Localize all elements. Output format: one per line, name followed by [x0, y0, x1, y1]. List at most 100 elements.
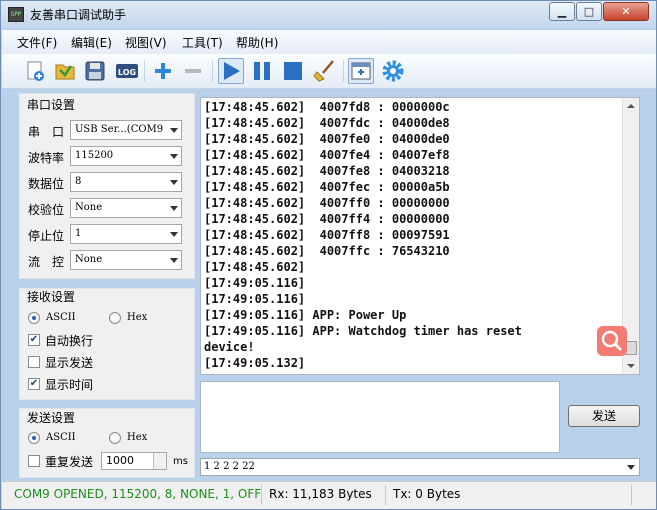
output-line: [17:48:45.602] 4007fdc : 04000de8 [204, 116, 450, 130]
log-icon-text: LOG [118, 68, 136, 77]
new-icon [27, 61, 44, 81]
parity-select[interactable]: None [70, 198, 182, 218]
new-button[interactable] [22, 58, 48, 84]
output-line: [17:48:45.602] 4007fe0 : 04000de0 [204, 132, 450, 146]
status-bar: COM9 OPENED, 115200, 8, NONE, 1, OFF Rx:… [2, 481, 656, 509]
toolbar-separator [144, 60, 145, 82]
stop-icon [284, 62, 302, 80]
output-line: [17:49:05.116] APP: Power Up [204, 308, 407, 322]
add-button[interactable] [150, 58, 176, 84]
repeat-send-label: 重复发送 [45, 455, 94, 469]
search-float-button[interactable] [597, 326, 627, 356]
spin-up-icon[interactable] [153, 453, 166, 461]
output-line: [17:48:45.602] 4007ffc : 76543210 [204, 244, 450, 258]
output-line: [17:48:45.602] [204, 260, 306, 274]
receive-ascii-label: ASCII [46, 312, 76, 323]
flow-select[interactable]: None [70, 250, 182, 270]
status-divider [261, 485, 262, 505]
send-history-value: 1 2 2 2 22 [204, 461, 255, 472]
output-line: [17:49:05.132] [204, 356, 306, 370]
spin-down-icon[interactable] [153, 461, 166, 469]
databits-select[interactable]: 8 [70, 172, 182, 192]
repeat-interval-value: 1000 [106, 454, 134, 467]
output-line: [17:48:45.602] 4007fd8 : 0000000c [204, 100, 450, 114]
toolbar-separator [212, 60, 213, 82]
open-folder-icon [55, 64, 75, 80]
pause-button[interactable] [249, 58, 275, 84]
show-send-checkbox[interactable] [28, 356, 40, 368]
stopbits-label: 停止位 [28, 229, 65, 243]
receive-hex-radio[interactable] [109, 312, 121, 324]
pause-icon [254, 62, 270, 80]
output-line: [17:49:05.116] [204, 292, 306, 306]
search-icon [601, 330, 623, 352]
output-line: [17:48:45.602] 4007fe8 : 04003218 [204, 164, 450, 178]
clear-button[interactable] [312, 58, 338, 84]
tx-counter: Tx: 0 Bytes [393, 487, 461, 501]
toolbar: LOG [2, 54, 656, 89]
interval-unit: ms [173, 456, 188, 467]
scroll-up-icon[interactable] [627, 104, 635, 108]
receive-settings-title: 接收设置 [27, 290, 76, 304]
chevron-down-icon [170, 258, 178, 263]
chevron-down-icon [170, 154, 178, 159]
settings-button[interactable] [380, 58, 406, 84]
send-hex-radio[interactable] [109, 432, 121, 444]
status-divider [631, 485, 632, 505]
menu-edit[interactable]: 编辑(E) [71, 34, 112, 51]
maximize-button[interactable]: □ [576, 2, 602, 21]
gear-icon [382, 60, 404, 82]
save-button[interactable] [82, 58, 108, 84]
log-button[interactable]: LOG [114, 58, 140, 84]
connection-status: COM9 OPENED, 115200, 8, NONE, 1, OFF [14, 487, 262, 501]
menu-file[interactable]: 文件(F) [17, 34, 57, 51]
send-history-select[interactable]: 1 2 2 2 22 [200, 458, 640, 476]
show-send-label: 显示发送 [45, 356, 94, 370]
baud-select[interactable]: 115200 [70, 146, 182, 166]
databits-value: 8 [75, 176, 82, 187]
serial-settings-title: 串口设置 [27, 98, 76, 112]
output-line: [17:48:45.602] 4007ff0 : 00000000 [204, 196, 450, 210]
chevron-down-icon [170, 180, 178, 185]
output-line: [17:48:45.602] 4007fe4 : 04007ef8 [204, 148, 450, 162]
window-title: 友善串口调试助手 [30, 8, 127, 22]
receive-output[interactable]: [17:48:45.602] 4007fd8 : 0000000c [17:48:… [200, 97, 640, 375]
output-line: [17:49:05.116] [204, 276, 306, 290]
menu-tools[interactable]: 工具(T) [182, 34, 223, 51]
flow-label: 流 控 [28, 255, 65, 269]
output-line: [17:49:05.116] APP: Watchdog timer has r… [204, 324, 522, 338]
send-ascii-radio[interactable] [28, 432, 40, 444]
parity-label: 校验位 [28, 203, 65, 217]
send-hex-label: Hex [127, 432, 148, 443]
show-time-checkbox[interactable]: ✔ [28, 378, 40, 390]
stopbits-select[interactable]: 1 [70, 224, 182, 244]
remove-button[interactable] [180, 58, 206, 84]
receive-hex-label: Hex [127, 312, 148, 323]
menu-view[interactable]: 视图(V) [125, 34, 167, 51]
open-button[interactable] [52, 58, 78, 84]
repeat-interval-input[interactable]: 1000 [101, 452, 167, 470]
stop-button[interactable] [280, 58, 306, 84]
chevron-down-icon [170, 128, 178, 133]
menu-bar: 文件(F) 编辑(E) 视图(V) 工具(T) 帮助(H) [2, 30, 656, 54]
minimize-button[interactable]: ▁ [549, 2, 575, 21]
title-bar[interactable]: SPP 友善串口调试助手 ▁ □ ✕ [1, 1, 656, 29]
send-button[interactable]: 发送 [568, 405, 640, 427]
port-select[interactable]: USB Ser...(COM9 [70, 120, 182, 140]
databits-label: 数据位 [28, 177, 65, 191]
save-icon [85, 61, 105, 81]
auto-wrap-checkbox[interactable]: ✔ [28, 334, 40, 346]
start-button[interactable] [218, 58, 244, 84]
close-button[interactable]: ✕ [603, 2, 649, 21]
log-icon: LOG [116, 64, 138, 78]
menu-help[interactable]: 帮助(H) [236, 34, 278, 51]
repeat-send-checkbox[interactable] [28, 455, 40, 467]
output-line: [17:48:45.602] 4007ff8 : 00097591 [204, 228, 450, 242]
scroll-down-icon[interactable] [627, 364, 635, 368]
send-input[interactable] [200, 381, 560, 453]
app-icon: SPP [8, 7, 24, 22]
output-line: device! [204, 340, 255, 354]
window-button[interactable] [348, 58, 374, 84]
stopbits-value: 1 [75, 228, 82, 239]
receive-ascii-radio[interactable] [28, 312, 40, 324]
